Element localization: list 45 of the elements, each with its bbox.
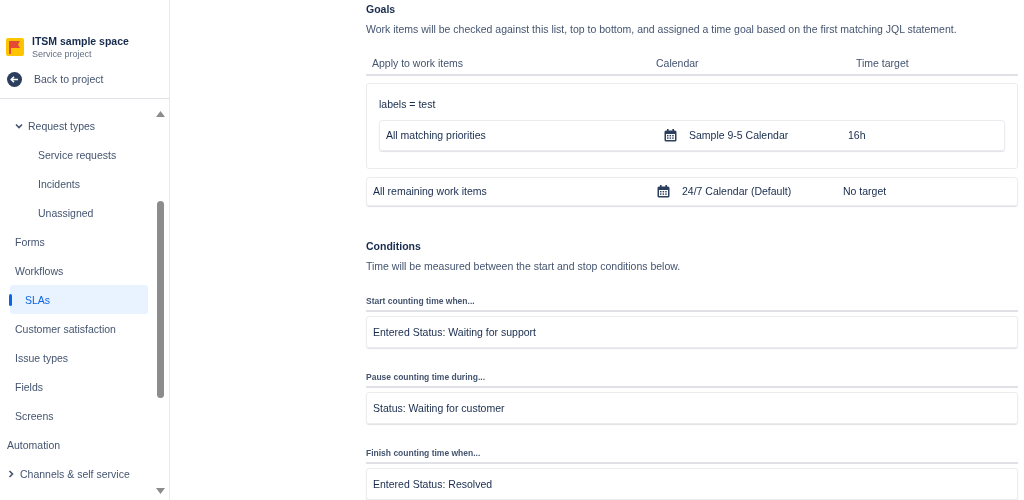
condition-value: Entered Status: Waiting for support <box>366 316 1018 348</box>
calendar-name: Sample 9-5 Calendar <box>689 129 789 142</box>
sidebar-item[interactable]: Request types <box>0 111 148 140</box>
calendar-name: 24/7 Calendar (Default) <box>682 185 792 198</box>
sidebar-item[interactable]: Service requests <box>0 140 148 169</box>
column-header: Calendar <box>656 57 700 71</box>
sidebar-item[interactable]: SLAs <box>10 285 148 314</box>
scroll-down-icon[interactable] <box>156 488 165 494</box>
condition-value: Entered Status: Resolved <box>366 468 1018 500</box>
time-target: No target <box>843 185 888 198</box>
sidebar-item[interactable]: Forms <box>0 227 148 256</box>
sidebar-item[interactable]: Workflows <box>0 256 148 285</box>
scrollbar-thumb[interactable] <box>157 201 164 398</box>
section-description: Time will be measured between the start and stop conditions below. <box>366 260 682 272</box>
selection-indicator <box>9 294 12 306</box>
column-header: Time target <box>856 57 910 71</box>
apply-text: All matching priorities <box>386 129 487 142</box>
condition-label: Start counting time when... <box>366 292 1018 313</box>
sidebar-item[interactable]: Channels & self service <box>0 459 148 488</box>
calendar-icon <box>657 184 670 198</box>
project-name: ITSM sample space <box>32 35 129 47</box>
back-link[interactable]: Back to project <box>0 68 169 90</box>
sidebar-item[interactable]: Automation <box>0 430 148 459</box>
sidebar-item[interactable]: Unassigned <box>0 198 148 227</box>
condition-value: Status: Waiting for customer <box>366 392 1018 424</box>
section-title: Goals <box>366 3 397 15</box>
condition-label: Pause counting time during... <box>366 368 1018 389</box>
jql-text: labels = test <box>379 97 437 110</box>
sidebar-item[interactable]: Issue types <box>0 343 148 372</box>
sidebar-item[interactable]: Incidents <box>0 169 148 198</box>
project-type: Service project <box>32 49 93 59</box>
sidebar-item[interactable]: Screens <box>0 401 148 430</box>
project-logo-icon <box>6 38 24 56</box>
section-title: Conditions <box>366 240 422 252</box>
time-target: 16h <box>848 129 867 142</box>
apply-text: All remaining work items <box>373 185 488 198</box>
sidebar-item[interactable]: Customer satisfaction <box>0 314 148 343</box>
chevron-down-icon <box>15 121 23 130</box>
condition-label: Finish counting time when... <box>366 444 1018 465</box>
column-header: Apply to work items <box>372 57 465 71</box>
calendar-icon <box>664 128 677 142</box>
sidebar-item[interactable]: Fields <box>0 372 148 401</box>
chevron-right-icon <box>7 469 15 478</box>
scroll-up-icon[interactable] <box>156 111 165 117</box>
section-description: Work items will be checked against this list, top to bottom, and assigned a time goal based on the first matching JQL statement. <box>366 23 958 35</box>
